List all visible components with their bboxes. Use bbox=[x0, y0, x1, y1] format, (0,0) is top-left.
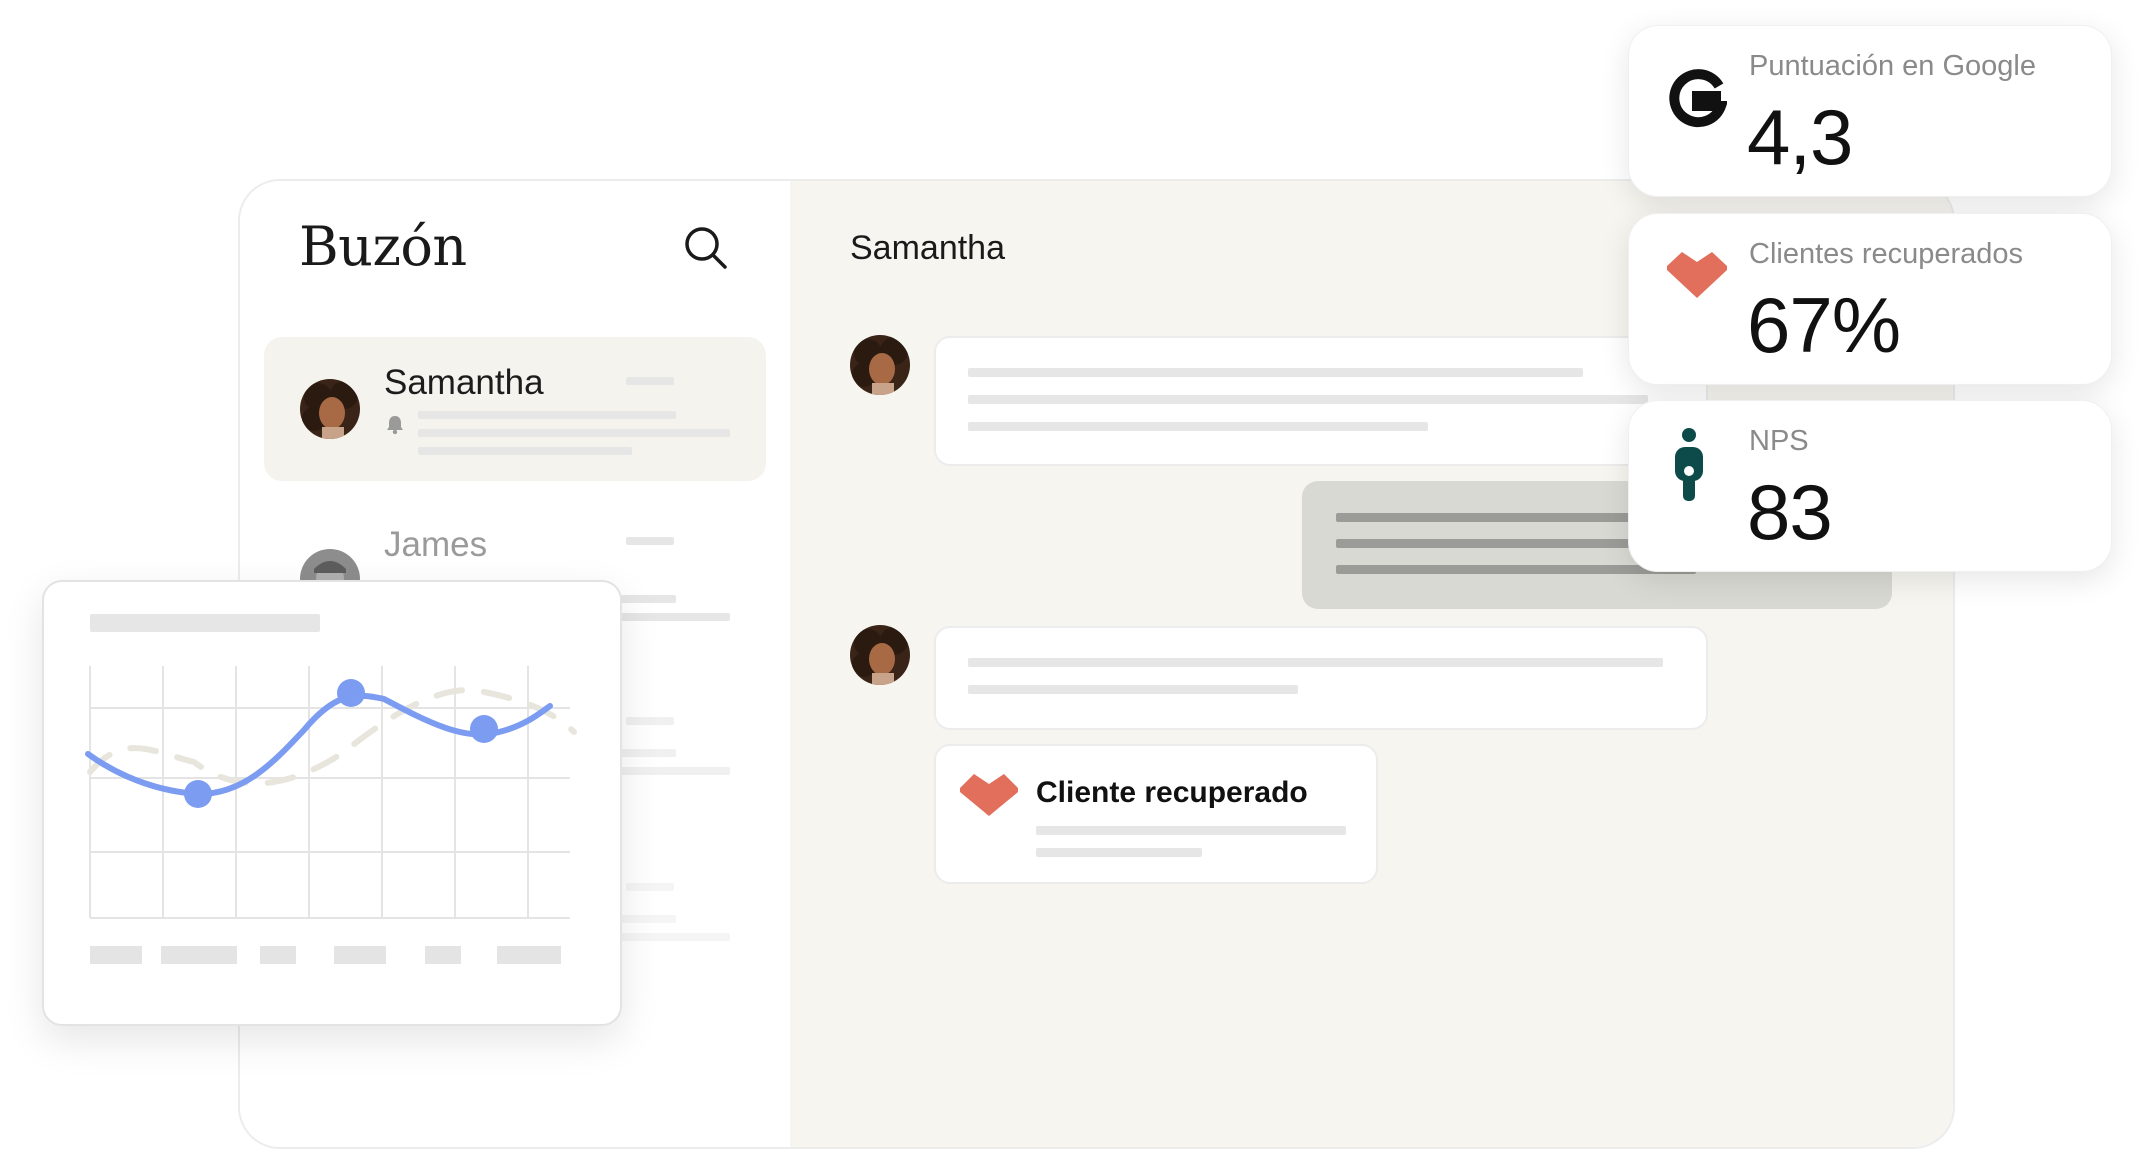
conversation-title: Samantha bbox=[850, 229, 1005, 267]
stat-card-nps: NPS 83 bbox=[1628, 400, 2112, 572]
x-axis-label-placeholders bbox=[90, 946, 561, 964]
stat-value: 67% bbox=[1747, 281, 1901, 369]
search-icon[interactable] bbox=[683, 225, 729, 271]
person-icon bbox=[1671, 427, 1731, 501]
recovered-label: Cliente recuperado bbox=[1036, 776, 1308, 809]
stat-value: 83 bbox=[1747, 468, 1833, 556]
primary-trend-line bbox=[85, 692, 553, 798]
chart-point bbox=[184, 780, 212, 808]
stat-label: Clientes recuperados bbox=[1749, 238, 2024, 270]
stat-label: Puntuación en Google bbox=[1749, 50, 2036, 82]
avatar bbox=[850, 335, 910, 395]
message-bubble-incoming bbox=[934, 626, 1708, 730]
stat-card-google-rating: Puntuación en Google 4,3 bbox=[1628, 25, 2112, 197]
timestamp-placeholder bbox=[626, 883, 674, 891]
inbox-title: Buzón bbox=[299, 215, 467, 278]
stat-value: 4,3 bbox=[1747, 93, 1853, 181]
stat-card-recovered-customers: Clientes recuperados 67% bbox=[1628, 213, 2112, 385]
preview-line bbox=[418, 411, 676, 419]
chart-point bbox=[470, 715, 498, 743]
conversation-name: Samantha bbox=[384, 363, 544, 402]
bell-icon bbox=[384, 413, 406, 435]
heart-icon bbox=[1667, 250, 1727, 320]
timestamp-placeholder bbox=[626, 377, 674, 385]
trend-chart bbox=[85, 666, 577, 964]
heart-icon bbox=[960, 774, 1018, 816]
avatar bbox=[300, 379, 360, 439]
timestamp-placeholder bbox=[626, 717, 674, 725]
conversation-name: James bbox=[384, 525, 488, 564]
message-bubble-incoming bbox=[934, 336, 1708, 466]
avatar bbox=[850, 625, 910, 685]
customer-recovered-card: Cliente recuperado bbox=[934, 744, 1378, 884]
preview-line bbox=[418, 447, 632, 455]
chart-point bbox=[337, 679, 365, 707]
stat-label: NPS bbox=[1749, 425, 1809, 457]
conversation-item-samantha[interactable]: Samantha bbox=[264, 337, 766, 481]
timestamp-placeholder bbox=[626, 537, 674, 545]
google-g-icon bbox=[1667, 64, 1729, 134]
preview-line bbox=[418, 429, 730, 437]
trend-chart-card bbox=[42, 580, 622, 1026]
